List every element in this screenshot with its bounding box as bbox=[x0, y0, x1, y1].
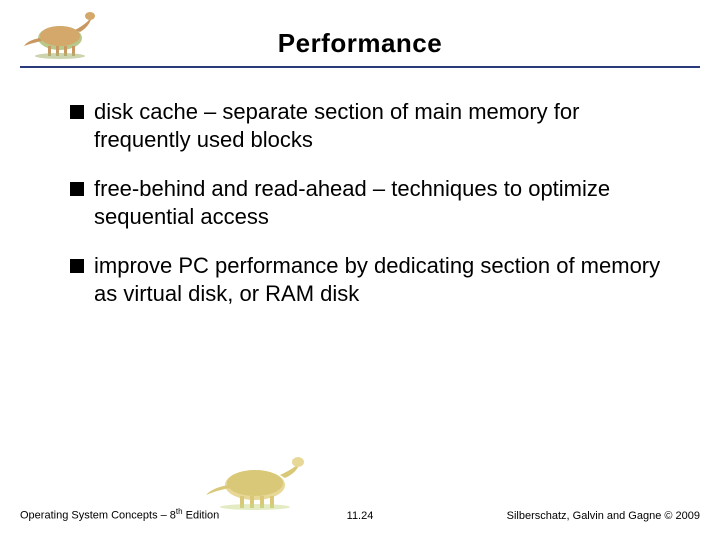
footer-page-number: 11.24 bbox=[347, 510, 374, 522]
bullet-marker-icon bbox=[70, 105, 84, 119]
bullet-marker-icon bbox=[70, 182, 84, 196]
slide-footer: Operating System Concepts – 8th Edition … bbox=[0, 480, 720, 530]
footer-text-sup: th bbox=[176, 507, 183, 516]
dinosaur-top-icon bbox=[20, 8, 100, 60]
footer-text-prefix: Operating System Concepts – 8 bbox=[20, 510, 176, 522]
footer-text-suffix: Edition bbox=[183, 510, 220, 522]
bullet-item: disk cache – separate section of main me… bbox=[70, 98, 670, 153]
bullet-text: improve PC performance by dedicating sec… bbox=[94, 252, 670, 307]
footer-left-text: Operating System Concepts – 8th Edition bbox=[20, 507, 219, 522]
bullet-text: disk cache – separate section of main me… bbox=[94, 98, 670, 153]
dinosaur-bottom-icon bbox=[200, 450, 320, 510]
footer-copyright: Silberschatz, Galvin and Gagne © 2009 bbox=[507, 510, 700, 522]
bullet-marker-icon bbox=[70, 259, 84, 273]
slide: Performance disk cache – separate sectio… bbox=[0, 0, 720, 540]
bullet-item: improve PC performance by dedicating sec… bbox=[70, 252, 670, 307]
bullet-item: free-behind and read-ahead – techniques … bbox=[70, 175, 670, 230]
bullet-text: free-behind and read-ahead – techniques … bbox=[94, 175, 670, 230]
slide-content: disk cache – separate section of main me… bbox=[0, 68, 720, 307]
slide-title: Performance bbox=[20, 0, 700, 59]
slide-header: Performance bbox=[20, 0, 700, 68]
